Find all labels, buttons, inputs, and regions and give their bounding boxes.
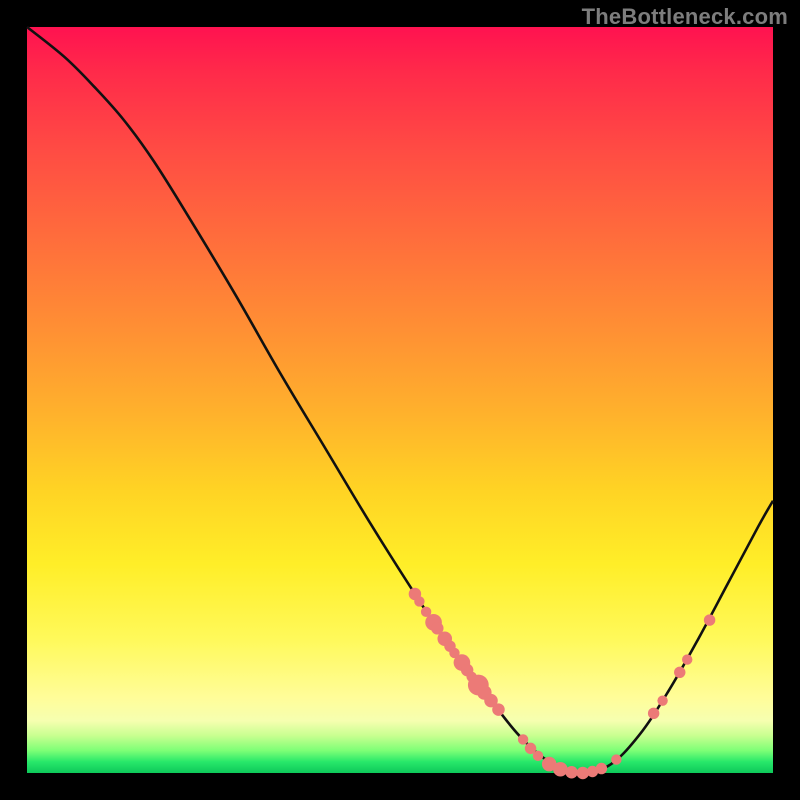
data-marker — [648, 708, 659, 719]
bottleneck-curve — [27, 27, 773, 773]
marker-group — [409, 588, 716, 780]
data-marker — [704, 614, 715, 625]
data-marker — [657, 695, 667, 705]
data-marker — [611, 754, 621, 764]
data-marker — [682, 654, 692, 664]
data-marker — [414, 596, 424, 606]
data-marker — [492, 703, 504, 715]
data-marker — [565, 766, 577, 778]
data-marker — [553, 762, 568, 777]
plot-area — [27, 27, 773, 773]
curve-layer — [27, 27, 773, 773]
data-marker — [518, 734, 528, 744]
attribution-label: TheBottleneck.com — [582, 4, 788, 30]
data-marker — [596, 763, 607, 774]
data-marker — [533, 751, 543, 761]
chart-frame: TheBottleneck.com — [0, 0, 800, 800]
data-marker — [674, 667, 685, 678]
